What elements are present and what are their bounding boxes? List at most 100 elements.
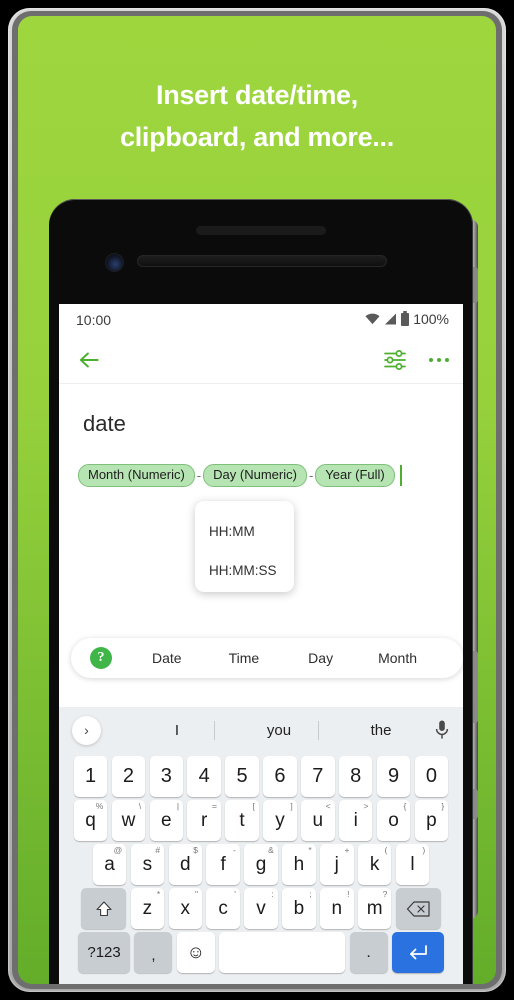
- key-1[interactable]: 1: [73, 756, 108, 797]
- key-e[interactable]: | e: [149, 800, 184, 841]
- key-h[interactable]: * h: [282, 844, 316, 885]
- key-4[interactable]: 4: [187, 756, 221, 797]
- backspace-key[interactable]: [395, 888, 441, 929]
- key-b[interactable]: ; b: [282, 888, 316, 929]
- key-r[interactable]: = r: [187, 800, 221, 841]
- key-i[interactable]: > i: [338, 800, 373, 841]
- key-superscript: >: [363, 801, 369, 811]
- shift-key[interactable]: [81, 888, 127, 929]
- key-superscript: !: [347, 889, 350, 899]
- key-c[interactable]: ' c: [206, 888, 240, 929]
- emoji-key[interactable]: ☺: [176, 932, 215, 973]
- key-t[interactable]: [t: [225, 800, 259, 841]
- key-superscript: &: [268, 845, 274, 855]
- popup-item-hhmmss[interactable]: HH:MM:SS: [209, 563, 277, 578]
- symbols-key[interactable]: ?123: [78, 932, 131, 973]
- software-keyboard: › I you the 1 2 3 4 5 6 7 8 9 0 % q \ w …: [59, 707, 463, 984]
- keyboard-row-numbers: 1 2 3 4 5 6 7 8 9 0: [59, 756, 463, 797]
- key-6[interactable]: 6: [263, 756, 297, 797]
- key-v[interactable]: :v: [244, 888, 278, 929]
- key-a[interactable]: @ a: [92, 844, 127, 885]
- key-label: v: [256, 897, 266, 919]
- key-superscript: [: [252, 801, 255, 811]
- back-arrow-icon[interactable]: [76, 347, 102, 373]
- key-label: t: [239, 809, 245, 831]
- overflow-menu-icon[interactable]: [428, 352, 449, 369]
- key-7[interactable]: 7: [301, 756, 335, 797]
- phone-body: 10:00 100% date Month (Numeric) - Day (N…: [49, 199, 473, 984]
- key-o[interactable]: {o: [376, 800, 411, 841]
- chip-separator: -: [308, 468, 314, 483]
- promo-headline: Insert date/time, clipboard, and more...: [18, 74, 496, 158]
- key-label: k: [369, 853, 380, 875]
- key-9[interactable]: 9: [376, 756, 411, 797]
- key-x[interactable]: " x: [168, 888, 202, 929]
- tab-year[interactable]: Ye: [462, 650, 463, 666]
- key-superscript: -: [233, 845, 236, 855]
- key-2[interactable]: 2: [111, 756, 146, 797]
- popup-item-hhmm[interactable]: HH:MM: [209, 524, 255, 539]
- key-label: j: [334, 853, 339, 875]
- key-d[interactable]: $ d: [168, 844, 202, 885]
- chip-day-numeric[interactable]: Day (Numeric): [203, 464, 307, 487]
- comma-key[interactable]: ,: [134, 932, 173, 973]
- tab-date[interactable]: Date: [152, 650, 182, 666]
- key-label: a: [104, 853, 115, 875]
- suggestion-word-1[interactable]: I: [147, 722, 207, 739]
- expand-suggestions-button[interactable]: ›: [72, 715, 101, 745]
- time-format-popup: HH:MM HH:MM:SS: [195, 501, 294, 592]
- key-q[interactable]: % q: [73, 800, 108, 841]
- headline-line-2: clipboard, and more...: [120, 122, 394, 152]
- key-w[interactable]: \ w: [111, 800, 146, 841]
- key-s[interactable]: # s: [130, 844, 165, 885]
- key-superscript: :: [271, 889, 274, 899]
- suggestion-word-2[interactable]: you: [249, 722, 309, 739]
- key-m[interactable]: ? m: [357, 888, 392, 929]
- key-y[interactable]: ] y: [263, 800, 297, 841]
- wifi-icon: [365, 313, 380, 325]
- keyboard-row-home: @ a # s $ d -f & g * h + j (k ) l: [59, 844, 463, 885]
- period-label: .: [366, 943, 371, 961]
- chip-month-numeric[interactable]: Month (Numeric): [78, 464, 195, 487]
- enter-key[interactable]: [391, 932, 444, 973]
- tab-day[interactable]: Day: [308, 650, 333, 666]
- page-title: date: [83, 411, 126, 436]
- key-u[interactable]: < u: [301, 800, 335, 841]
- help-question-icon[interactable]: ?: [90, 647, 112, 669]
- key-f[interactable]: -f: [206, 844, 240, 885]
- key-5[interactable]: 5: [225, 756, 259, 797]
- key-p[interactable]: } p: [414, 800, 449, 841]
- battery-icon: [401, 310, 410, 326]
- key-8[interactable]: 8: [338, 756, 373, 797]
- chip-year-full[interactable]: Year (Full): [315, 464, 395, 487]
- key-superscript: }: [441, 801, 445, 811]
- app-bar: [59, 337, 463, 384]
- tab-month[interactable]: Month: [378, 650, 417, 666]
- key-n[interactable]: ! n: [320, 888, 354, 929]
- key-k[interactable]: (k: [357, 844, 392, 885]
- key-j[interactable]: + j: [320, 844, 354, 885]
- key-3[interactable]: 3: [149, 756, 184, 797]
- phone-mockup: 10:00 100% date Month (Numeric) - Day (N…: [49, 199, 479, 984]
- key-label: p: [426, 809, 437, 831]
- key-0[interactable]: 0: [414, 756, 449, 797]
- key-superscript: |: [176, 801, 180, 811]
- space-key[interactable]: [219, 932, 346, 973]
- microphone-icon[interactable]: [435, 720, 449, 740]
- tune-sliders-icon[interactable]: [383, 348, 407, 372]
- status-bar: 10:00 100%: [59, 304, 463, 337]
- suggestion-word-3[interactable]: the: [351, 722, 411, 739]
- key-l[interactable]: ) l: [395, 844, 430, 885]
- period-key[interactable]: .: [349, 932, 388, 973]
- keyboard-row-bottom-letters: * z " x ' c :v ; b ! n ? m: [59, 888, 463, 929]
- headline-line-1: Insert date/time,: [156, 80, 358, 110]
- speaker-grille: [137, 255, 387, 267]
- key-g[interactable]: & g: [244, 844, 278, 885]
- key-label: x: [180, 897, 191, 919]
- status-bar-indicators: 100%: [365, 310, 449, 327]
- key-superscript: ": [194, 889, 198, 899]
- key-z[interactable]: * z: [130, 888, 165, 929]
- enter-return-icon: [410, 944, 427, 959]
- tab-time[interactable]: Time: [229, 650, 260, 666]
- comma-label: ,: [151, 946, 156, 964]
